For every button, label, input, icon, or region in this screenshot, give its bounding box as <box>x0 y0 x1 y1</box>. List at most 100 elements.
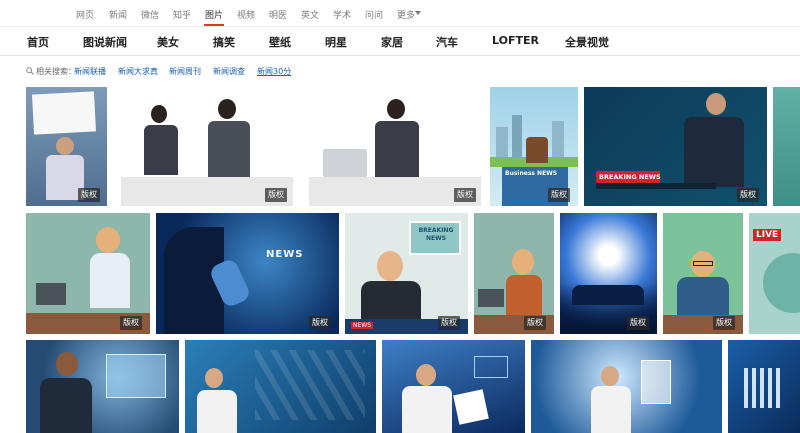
image-tile[interactable] <box>185 340 376 433</box>
image-tile[interactable]: 版权 <box>560 213 657 334</box>
reporter-body <box>684 117 744 187</box>
nav-academic[interactable]: 学术 <box>333 8 351 21</box>
anchor-head <box>387 99 405 119</box>
category-home-decor[interactable]: 家居 <box>381 34 403 50</box>
man-body <box>506 275 542 315</box>
chevron-down-icon <box>415 11 421 15</box>
building <box>496 127 508 157</box>
nav-english[interactable]: 英文 <box>301 8 319 21</box>
woman-body <box>197 390 237 433</box>
category-panorama[interactable]: 全景视觉 <box>565 34 609 50</box>
man-body <box>40 378 92 433</box>
image-tile[interactable]: 版权 <box>111 87 295 206</box>
anchor-body <box>361 281 421 321</box>
image-tile[interactable]: BREAKING NEWS NEWS 版权 <box>345 213 468 334</box>
woman-head <box>96 227 120 253</box>
active-tab-indicator <box>204 24 224 26</box>
image-tile[interactable]: 版权 <box>26 87 107 206</box>
copyright-badge: 版权 <box>713 316 735 330</box>
image-tile[interactable] <box>382 340 525 433</box>
holo-panel <box>641 360 671 404</box>
category-funny[interactable]: 搞笑 <box>213 34 235 50</box>
anchor-head <box>377 251 403 281</box>
qr-pattern <box>744 368 784 408</box>
live-tag: LIVE <box>753 229 782 241</box>
category-lofter[interactable]: LOFTER <box>492 34 539 47</box>
person-head <box>56 137 74 155</box>
top-nav: 网页 新闻 微信 知乎 图片 视频 明医 英文 学术 问问 更多 <box>0 0 800 27</box>
related-link[interactable]: 新闻联播 <box>74 66 106 77</box>
image-tile[interactable]: 版权 <box>474 213 554 334</box>
news-board-text: Business NEWS <box>505 170 558 177</box>
copyright-badge: 版权 <box>309 316 331 330</box>
printer <box>478 289 504 307</box>
crowd <box>572 285 644 305</box>
nav-zhihu[interactable]: 知乎 <box>173 8 191 21</box>
related-label: 相关搜索： <box>36 67 76 76</box>
woman-body <box>591 386 631 433</box>
image-tile[interactable]: LIVE <box>749 213 800 334</box>
category-bar: 首页 图说新闻 美女 搞笑 壁纸 明星 家居 汽车 LOFTER 全景视觉 <box>0 27 800 56</box>
anchor-body <box>208 121 250 177</box>
anchor-body <box>144 125 178 175</box>
woman-body <box>90 253 130 308</box>
printer <box>36 283 66 305</box>
image-tile[interactable] <box>773 87 800 206</box>
blank-sign <box>31 91 97 135</box>
nav-wechat[interactable]: 微信 <box>141 8 159 21</box>
anchor-head <box>151 105 167 123</box>
globe <box>763 253 800 313</box>
wall <box>26 213 150 293</box>
related-link[interactable]: 新闻30分 <box>257 66 291 77</box>
glasses <box>693 261 713 266</box>
category-home[interactable]: 首页 <box>27 34 49 50</box>
category-celebrity[interactable]: 明星 <box>325 34 347 50</box>
reporter-head <box>706 93 726 115</box>
breaking-board: BREAKING NEWS <box>409 221 461 255</box>
image-tile[interactable]: BREAKING NEWS 版权 <box>584 87 767 206</box>
woman-head <box>205 368 223 388</box>
image-tile[interactable]: 版权 <box>663 213 743 334</box>
image-tile[interactable]: NEWS 版权 <box>156 213 339 334</box>
copyright-badge: 版权 <box>120 316 142 330</box>
nav-news[interactable]: 新闻 <box>109 8 127 21</box>
nav-ask[interactable]: 问问 <box>365 8 383 21</box>
breaking-board-text: BREAKING NEWS <box>418 227 454 242</box>
related-link[interactable]: 新闻周刊 <box>169 66 201 77</box>
nav-more[interactable]: 更多 <box>397 8 415 21</box>
image-tile[interactable]: 版权 <box>26 213 150 334</box>
copyright-badge: 版权 <box>78 188 100 202</box>
building <box>512 115 522 157</box>
related-link[interactable]: 新闻大求真 <box>118 66 158 77</box>
man-head <box>512 249 534 275</box>
nav-web[interactable]: 网页 <box>76 8 94 21</box>
related-link[interactable]: 新闻调查 <box>213 66 245 77</box>
category-cars[interactable]: 汽车 <box>436 34 458 50</box>
anchor-head <box>218 99 236 119</box>
woman-head <box>601 366 619 386</box>
building <box>552 121 564 157</box>
man-body <box>402 386 452 433</box>
nav-video[interactable]: 视频 <box>237 8 255 21</box>
hologram <box>106 354 166 398</box>
news-ticker-label: NEWS <box>351 322 374 329</box>
copyright-badge: 版权 <box>524 316 546 330</box>
image-tile[interactable]: Business NEWS 版权 <box>490 87 578 206</box>
category-photo-news[interactable]: 图说新闻 <box>83 34 127 50</box>
laptop <box>323 149 367 177</box>
image-tile[interactable]: 版权 <box>301 87 484 206</box>
copyright-badge: 版权 <box>454 188 476 202</box>
copyright-badge: 版权 <box>438 316 460 330</box>
search-icon <box>26 67 34 75</box>
copyright-badge: 版权 <box>737 188 759 202</box>
hex-pattern <box>255 350 365 420</box>
category-beauty[interactable]: 美女 <box>157 34 179 50</box>
image-tile[interactable] <box>531 340 722 433</box>
image-tile[interactable] <box>26 340 179 433</box>
category-wallpaper[interactable]: 壁纸 <box>269 34 291 50</box>
presenter <box>526 137 548 163</box>
nav-medical[interactable]: 明医 <box>269 8 287 21</box>
image-tile[interactable] <box>728 340 800 433</box>
nav-images[interactable]: 图片 <box>205 8 223 21</box>
man-head <box>56 352 78 376</box>
